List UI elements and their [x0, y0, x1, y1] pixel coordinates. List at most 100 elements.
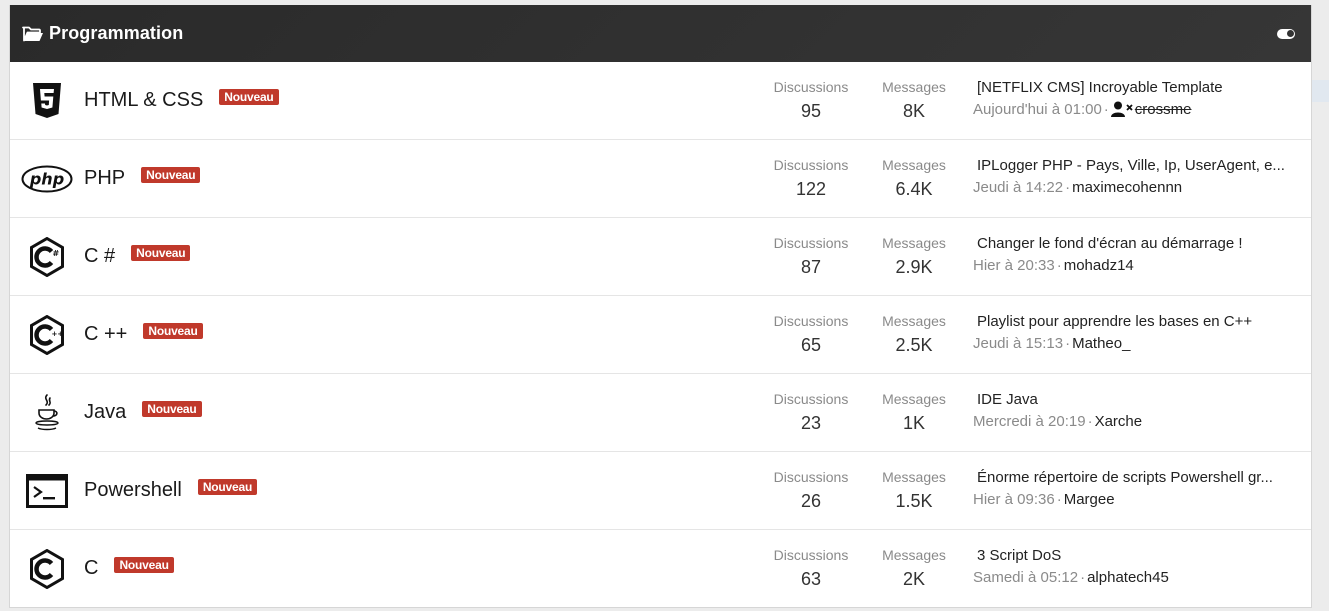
messages-count: 8K: [902, 101, 926, 121]
last-post-user-link[interactable]: Margee: [1064, 491, 1115, 508]
last-post-date[interactable]: Jeudi à 15:13: [973, 335, 1063, 352]
discussions-label: Discussions: [773, 547, 849, 563]
meta-separator: ·: [1065, 179, 1071, 196]
last-post-user-link[interactable]: Xarche: [1095, 413, 1143, 430]
forum-node-row: Powershell Nouveau Discussions 26 Messag…: [10, 452, 1311, 530]
last-post: Énorme répertoire de scripts Powershell …: [973, 467, 1299, 511]
last-post-meta: Samedi à 05:12 · alphatech45: [973, 567, 1299, 589]
new-badge: Nouveau: [141, 166, 201, 183]
last-post-title-link[interactable]: 3 Script DoS: [973, 545, 1299, 567]
last-post-title-link[interactable]: Playlist pour apprendre les bases en C++: [973, 311, 1299, 333]
forum-node-row: ++ C ++ Nouveau Discussions 65 Messages …: [10, 296, 1311, 374]
last-post-date[interactable]: Hier à 09:36: [973, 491, 1055, 508]
messages-count: 6.4K: [895, 179, 933, 199]
svg-text:#: #: [53, 249, 60, 258]
meta-separator: ·: [1087, 413, 1093, 430]
last-post-meta: Hier à 20:33 · mohadz14: [973, 255, 1299, 277]
discussions-stat: Discussions 23: [766, 390, 856, 436]
messages-stat: Messages 2K: [876, 546, 952, 592]
svg-text:php: php: [29, 169, 64, 188]
category-header: Programmation: [10, 5, 1311, 62]
discussions-label: Discussions: [773, 235, 849, 251]
last-post-date[interactable]: Aujourd'hui à 01:00: [973, 101, 1102, 118]
discussions-count: 26: [800, 491, 822, 511]
meta-separator: ·: [1065, 335, 1071, 352]
node-title-link[interactable]: C: [84, 557, 98, 580]
messages-stat: Messages 1K: [876, 390, 952, 436]
php-icon[interactable]: php: [10, 140, 84, 217]
last-post-meta: Hier à 09:36 · Margee: [973, 489, 1299, 511]
last-post-title-link[interactable]: Changer le fond d'écran au démarrage !: [973, 233, 1299, 255]
messages-stat: Messages 8K: [876, 78, 952, 124]
meta-separator: ·: [1056, 491, 1062, 508]
folder-open-icon: [22, 26, 43, 41]
discussions-count: 65: [800, 335, 822, 355]
last-post-meta: Aujourd'hui à 01:00 · crossme: [973, 99, 1299, 121]
forum-category-block: Programmation HTML & CSS Nouveau Discuss…: [9, 5, 1312, 608]
node-title-link[interactable]: PHP: [84, 167, 125, 190]
node-title-link[interactable]: C ++: [84, 323, 127, 346]
messages-count: 2.9K: [895, 257, 933, 277]
last-post-user-link[interactable]: crossme: [1135, 101, 1192, 118]
last-post-meta: Jeudi à 15:13 · Matheo_: [973, 333, 1299, 355]
discussions-stat: Discussions 87: [766, 234, 856, 280]
last-post-date[interactable]: Jeudi à 14:22: [973, 179, 1063, 196]
last-post: IPLogger PHP - Pays, Ville, Ip, UserAgen…: [973, 155, 1299, 199]
discussions-count: 122: [795, 179, 827, 199]
discussions-label: Discussions: [773, 79, 849, 95]
messages-label: Messages: [882, 391, 946, 407]
last-post-meta: Mercredi à 20:19 · Xarche: [973, 411, 1299, 433]
html5-icon[interactable]: [10, 62, 84, 139]
last-post-user-link[interactable]: mohadz14: [1064, 257, 1134, 274]
node-list: HTML & CSS Nouveau Discussions 95 Messag…: [10, 62, 1311, 607]
messages-label: Messages: [882, 313, 946, 329]
category-title[interactable]: Programmation: [49, 23, 183, 44]
last-post: Playlist pour apprendre les bases en C++…: [973, 311, 1299, 355]
messages-count: 2.5K: [895, 335, 933, 355]
forum-node-row: php PHP Nouveau Discussions 122 Messages…: [10, 140, 1311, 218]
forum-node-row: HTML & CSS Nouveau Discussions 95 Messag…: [10, 62, 1311, 140]
messages-stat: Messages 6.4K: [876, 156, 952, 202]
node-title-link[interactable]: HTML & CSS: [84, 89, 203, 112]
messages-count: 1K: [902, 413, 926, 433]
discussions-stat: Discussions 122: [766, 156, 856, 202]
last-post: IDE Java Mercredi à 20:19 · Xarche: [973, 389, 1299, 433]
meta-separator: ·: [1080, 569, 1086, 586]
last-post-user-link[interactable]: maximecohennn: [1072, 179, 1182, 196]
node-title-link[interactable]: C #: [84, 245, 115, 268]
discussions-stat: Discussions 26: [766, 468, 856, 514]
messages-stat: Messages 2.5K: [876, 312, 952, 358]
c-icon[interactable]: [10, 530, 84, 607]
node-title-link[interactable]: Java: [84, 401, 126, 424]
last-post: Changer le fond d'écran au démarrage ! H…: [973, 233, 1299, 277]
discussions-stat: Discussions 65: [766, 312, 856, 358]
last-post-title-link[interactable]: Énorme répertoire de scripts Powershell …: [973, 467, 1299, 489]
messages-label: Messages: [882, 469, 946, 485]
last-post-date[interactable]: Mercredi à 20:19: [973, 413, 1086, 430]
last-post-title-link[interactable]: IDE Java: [973, 389, 1299, 411]
cpp-icon[interactable]: ++: [10, 296, 84, 373]
discussions-count: 87: [800, 257, 822, 277]
discussions-label: Discussions: [773, 313, 849, 329]
last-post-title-link[interactable]: IPLogger PHP - Pays, Ville, Ip, UserAgen…: [973, 155, 1299, 177]
last-post-user-link[interactable]: Matheo_: [1072, 335, 1130, 352]
java-icon[interactable]: [10, 374, 84, 451]
last-post-date[interactable]: Hier à 20:33: [973, 257, 1055, 274]
last-post: [NETFLIX CMS] Incroyable Template Aujour…: [973, 77, 1299, 121]
discussions-label: Discussions: [773, 391, 849, 407]
forum-node-row: Java Nouveau Discussions 23 Messages 1K …: [10, 374, 1311, 452]
messages-label: Messages: [882, 79, 946, 95]
messages-label: Messages: [882, 547, 946, 563]
last-post: 3 Script DoS Samedi à 05:12 · alphatech45: [973, 545, 1299, 589]
messages-stat: Messages 1.5K: [876, 468, 952, 514]
messages-count: 2K: [902, 569, 926, 589]
csharp-icon[interactable]: #: [10, 218, 84, 295]
node-title-link[interactable]: Powershell: [84, 479, 182, 502]
toggle-icon[interactable]: [1277, 28, 1295, 39]
messages-count: 1.5K: [895, 491, 933, 511]
last-post-user-link[interactable]: alphatech45: [1087, 569, 1169, 586]
last-post-date[interactable]: Samedi à 05:12: [973, 569, 1078, 586]
last-post-title-link[interactable]: [NETFLIX CMS] Incroyable Template: [973, 77, 1299, 99]
terminal-icon[interactable]: [10, 452, 84, 529]
last-post-meta: Jeudi à 14:22 · maximecohennn: [973, 177, 1299, 199]
